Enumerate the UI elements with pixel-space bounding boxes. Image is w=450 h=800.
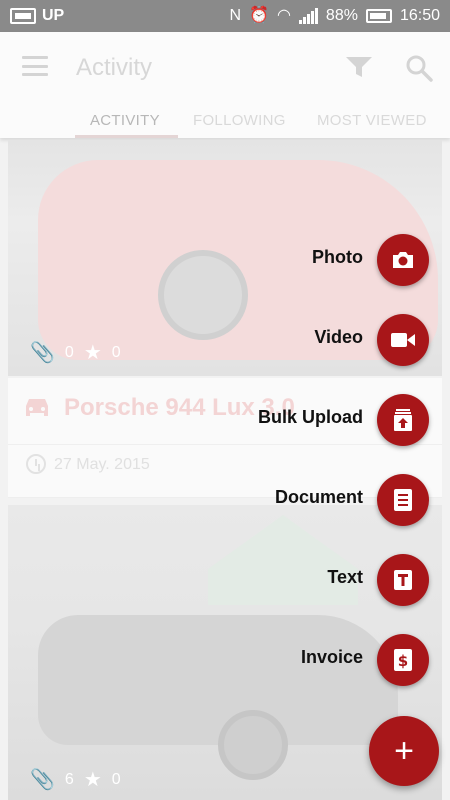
video-icon xyxy=(391,333,415,347)
document-button[interactable] xyxy=(377,474,429,526)
dial-item-text[interactable]: Text xyxy=(0,553,450,607)
plus-icon: + xyxy=(394,731,414,770)
text-button[interactable] xyxy=(377,554,429,606)
tab-bar: ACTIVITY FOLLOWING MOST VIEWED xyxy=(0,110,450,138)
search-icon[interactable] xyxy=(405,54,433,82)
video-button[interactable] xyxy=(377,314,429,366)
text-icon xyxy=(394,570,412,590)
alarm-icon: ⏰ xyxy=(249,7,269,24)
app-bar: Activity ACTIVITY FOLLOWING MOST VIEWED xyxy=(0,32,450,138)
tab-activity[interactable]: ACTIVITY xyxy=(90,112,160,129)
svg-text:$: $ xyxy=(398,652,408,670)
camera-icon xyxy=(393,252,413,268)
attachment-count: 6 xyxy=(64,770,74,788)
menu-icon[interactable] xyxy=(22,56,48,76)
dial-label[interactable]: Photo xyxy=(312,247,363,268)
invoice-button[interactable]: $ xyxy=(377,634,429,686)
dial-label[interactable]: Text xyxy=(327,567,363,588)
invoice-icon: $ xyxy=(394,649,412,671)
attachment-icon: 📎 xyxy=(30,769,55,791)
post-date: 27 May. 2015 xyxy=(54,456,150,473)
dial-item-bulk-upload[interactable]: Bulk Upload xyxy=(0,393,450,447)
tab-following[interactable]: FOLLOWING xyxy=(193,112,286,129)
wheel-shape xyxy=(218,710,288,780)
page-title: Activity xyxy=(76,54,153,81)
battery-percent: 88% xyxy=(325,7,358,24)
nfc-icon: N xyxy=(229,7,242,24)
carrier-label: UP xyxy=(42,7,65,24)
photo-button[interactable] xyxy=(377,234,429,286)
battery-icon xyxy=(365,9,392,23)
bulk-upload-button[interactable] xyxy=(377,394,429,446)
dial-item-document[interactable]: Document xyxy=(0,473,450,527)
clock-time: 16:50 xyxy=(399,7,440,24)
add-fab-button[interactable]: + xyxy=(369,716,439,786)
tab-most-viewed[interactable]: MOST VIEWED xyxy=(317,112,427,129)
tab-indicator xyxy=(75,135,178,138)
dial-item-photo[interactable]: Photo xyxy=(0,233,450,287)
filter-icon[interactable] xyxy=(345,56,373,78)
upload-icon xyxy=(394,409,412,431)
dial-label[interactable]: Bulk Upload xyxy=(258,407,363,428)
status-bar: UP N ⏰ ◠ 88% 16:50 xyxy=(0,0,450,32)
wifi-icon: ◠ xyxy=(276,7,291,24)
star-icon: ★ xyxy=(83,769,102,791)
gallery-icon xyxy=(10,8,36,24)
dial-item-invoice[interactable]: Invoice $ xyxy=(0,633,450,687)
dial-label[interactable]: Invoice xyxy=(301,647,363,668)
dial-item-video[interactable]: Video xyxy=(0,313,450,367)
star-count: 0 xyxy=(111,770,121,788)
dial-label[interactable]: Document xyxy=(275,487,363,508)
clock-icon xyxy=(26,454,46,474)
dial-label[interactable]: Video xyxy=(314,327,363,348)
post-meta: 📎 6 ★ 0 xyxy=(30,767,121,792)
document-icon xyxy=(394,489,412,511)
signal-icon xyxy=(298,8,318,24)
